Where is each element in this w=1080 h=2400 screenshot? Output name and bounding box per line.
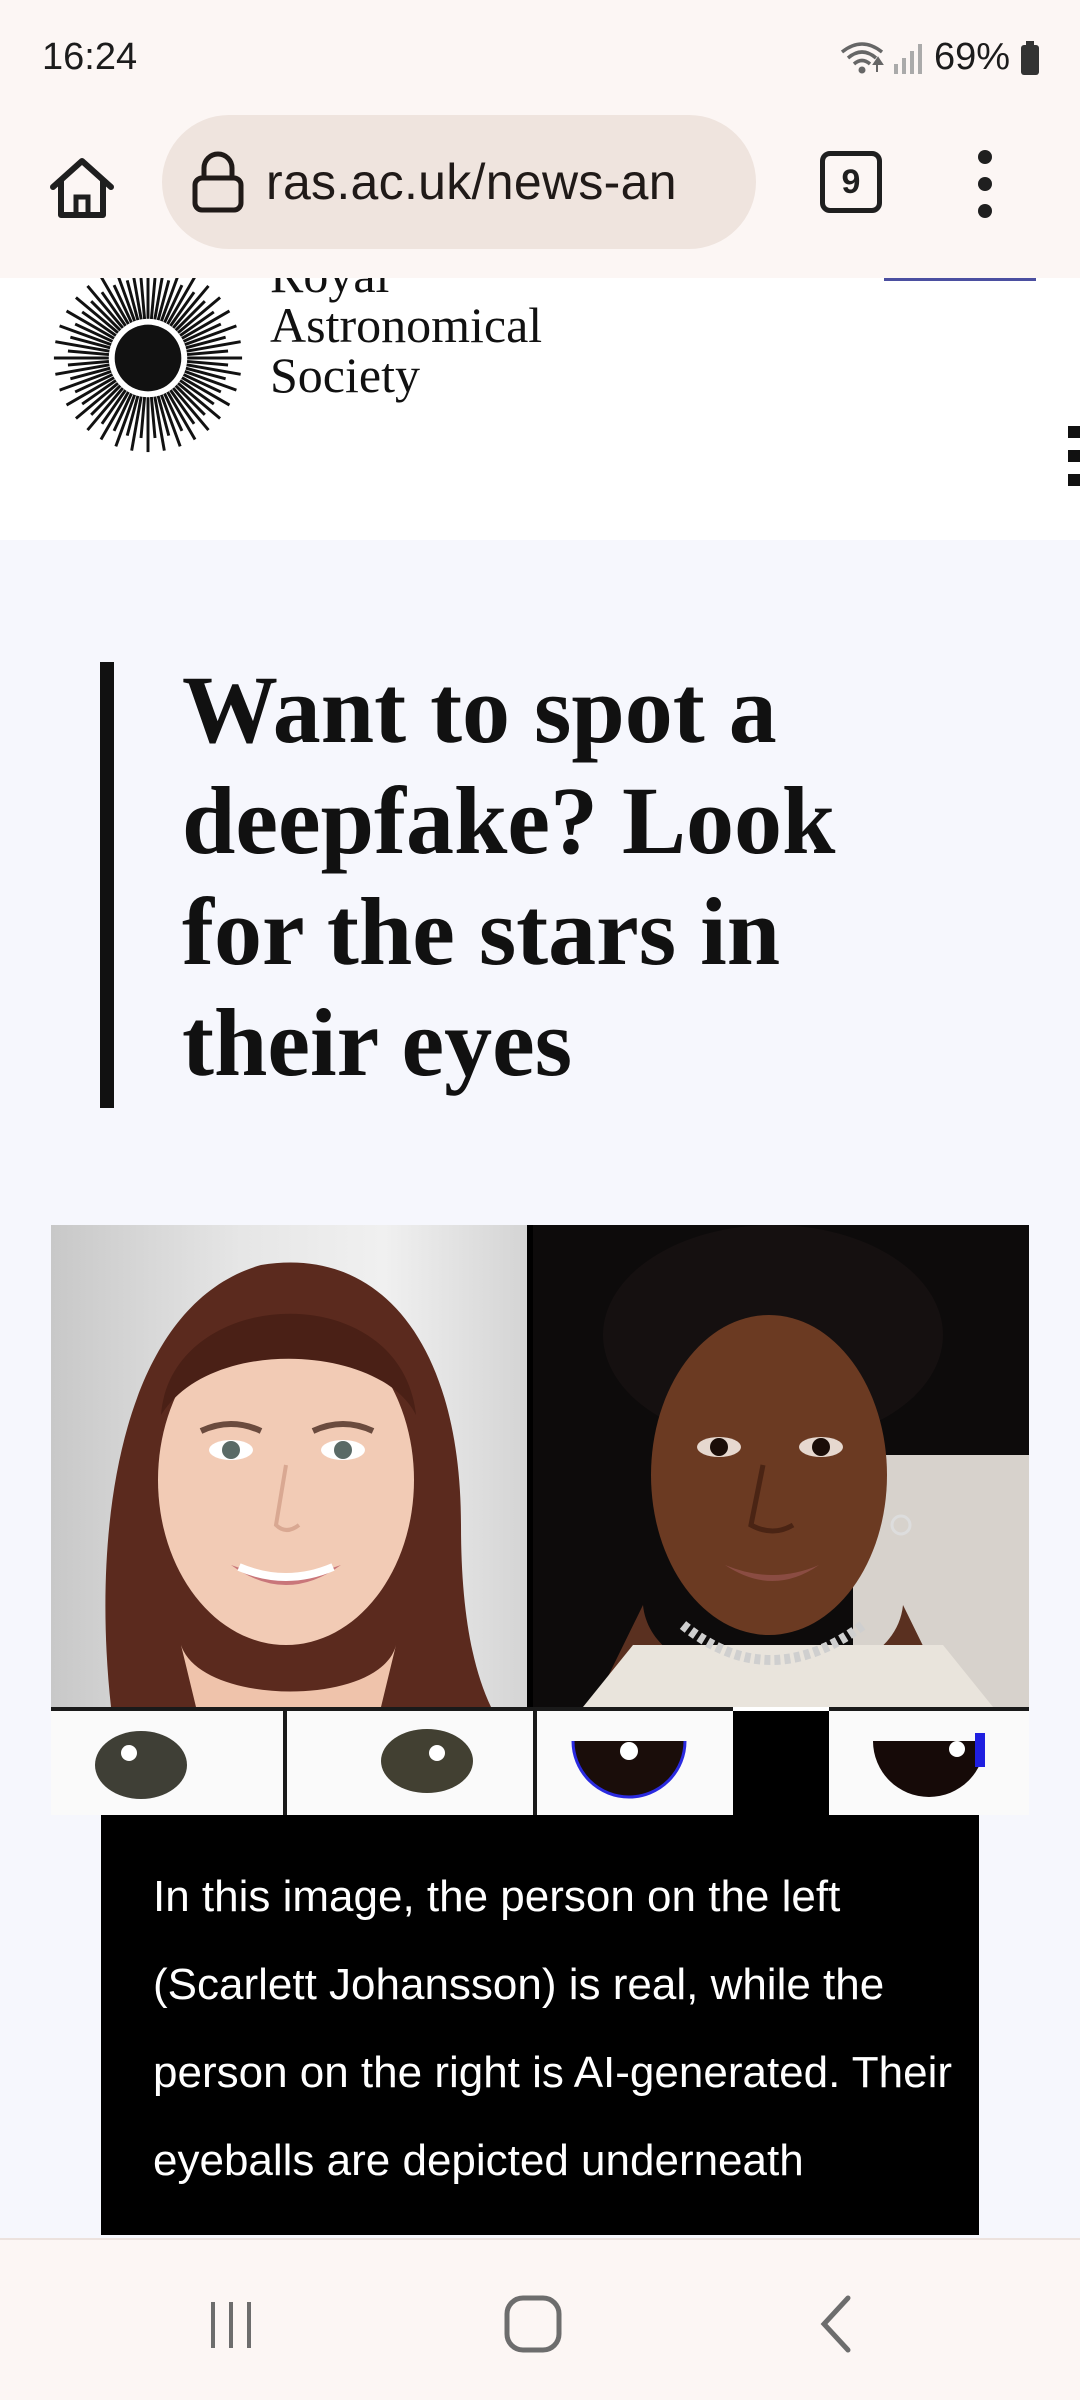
real-face-photo — [51, 1225, 527, 1707]
header-accent-line — [884, 278, 1036, 281]
browser-toolbar: ras.ac.uk/news-an 9 — [0, 112, 1080, 278]
home-nav-icon[interactable] — [488, 2284, 578, 2364]
logo-line-society: Society — [270, 347, 420, 403]
hamburger-menu-icon[interactable] — [1068, 426, 1080, 486]
wifi-icon — [840, 40, 884, 76]
eye-crop-4 — [829, 1707, 1029, 1815]
headline-block: Want to spot a deepfake? Look for the st… — [100, 656, 980, 1108]
tab-count: 9 — [841, 162, 861, 201]
logo-line-astronomical: Astronomical — [270, 297, 543, 353]
status-icons: 69% — [840, 36, 1040, 79]
caption-text: In this image, the person on the left (S… — [153, 1872, 953, 2185]
eye-crop-gap — [733, 1711, 829, 1815]
home-button[interactable] — [40, 148, 124, 232]
recent-apps-icon[interactable] — [186, 2284, 276, 2364]
eye-crop-2 — [287, 1707, 533, 1815]
tab-switcher-button[interactable]: 9 — [820, 151, 882, 213]
status-bar: 16:24 69% — [0, 0, 1080, 112]
more-vert-icon[interactable] — [955, 144, 1015, 224]
article-figure[interactable] — [51, 1225, 1029, 1815]
url-bar[interactable]: ras.ac.uk/news-an — [162, 115, 756, 249]
figure-caption: In this image, the person on the left (S… — [101, 1815, 979, 2235]
status-time: 16:24 — [42, 36, 138, 78]
system-nav-bar — [0, 2238, 1080, 2400]
sun-logo-icon[interactable] — [50, 278, 246, 456]
article-headline: Want to spot a deepfake? Look for the st… — [182, 656, 836, 1096]
home-icon — [47, 155, 117, 226]
signal-icon — [893, 42, 924, 74]
site-header: Royal Astronomical Society — [0, 278, 1080, 540]
battery-percent: 69% — [933, 36, 1010, 78]
eye-crop-1 — [51, 1707, 283, 1815]
battery-icon — [1020, 40, 1040, 75]
lock-icon[interactable] — [186, 150, 250, 214]
ai-generated-face-photo — [527, 1225, 1029, 1707]
back-icon[interactable] — [792, 2284, 882, 2364]
url-text: ras.ac.uk/news-an — [266, 154, 677, 210]
eye-crop-3 — [537, 1707, 733, 1815]
site-logo-text[interactable]: Royal Astronomical Society — [270, 278, 542, 400]
